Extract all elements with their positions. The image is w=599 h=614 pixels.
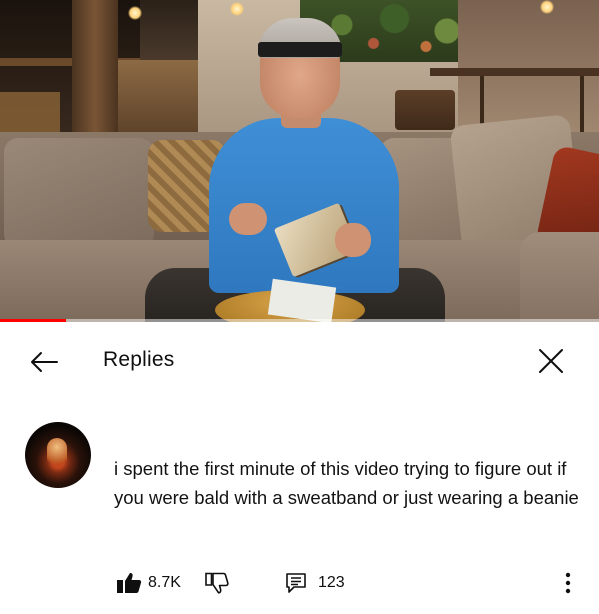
background-table	[430, 68, 599, 76]
page-title: Replies	[103, 348, 175, 371]
reply-button[interactable]	[285, 568, 307, 598]
like-count: 8.7K	[148, 574, 181, 591]
user-avatar[interactable]	[25, 422, 91, 488]
lamp-light	[128, 6, 142, 20]
sofa-cushion	[4, 138, 154, 248]
like-button[interactable]	[116, 568, 142, 598]
comment-actions: 8.7K 123	[0, 568, 599, 598]
comment-text: i spent the first minute of this video t…	[114, 458, 579, 508]
thumbs-up-filled-icon	[117, 573, 142, 593]
close-button[interactable]	[530, 340, 572, 382]
presenter	[145, 18, 445, 322]
table-leg	[580, 76, 584, 136]
paper-on-table	[267, 278, 337, 322]
more-vertical-icon	[565, 572, 571, 594]
arrow-left-icon	[31, 352, 58, 372]
beanie-band	[258, 42, 342, 57]
comment: i spent the first minute of this video t…	[0, 420, 599, 614]
back-button[interactable]	[24, 342, 64, 382]
close-icon	[539, 349, 563, 373]
presenter-hand	[335, 223, 371, 257]
reply-count: 123	[318, 574, 345, 591]
dislike-button[interactable]	[205, 568, 229, 598]
video-player[interactable]	[0, 0, 599, 322]
thumbs-down-icon	[205, 572, 229, 594]
background-post	[72, 0, 118, 150]
lamp-light	[540, 0, 554, 14]
presenter-hand	[229, 203, 267, 235]
sofa-arm	[520, 232, 599, 322]
lamp-light	[230, 2, 244, 16]
reply-icon	[286, 573, 306, 593]
more-options-button[interactable]	[558, 568, 578, 598]
replies-header: Replies	[0, 322, 599, 402]
